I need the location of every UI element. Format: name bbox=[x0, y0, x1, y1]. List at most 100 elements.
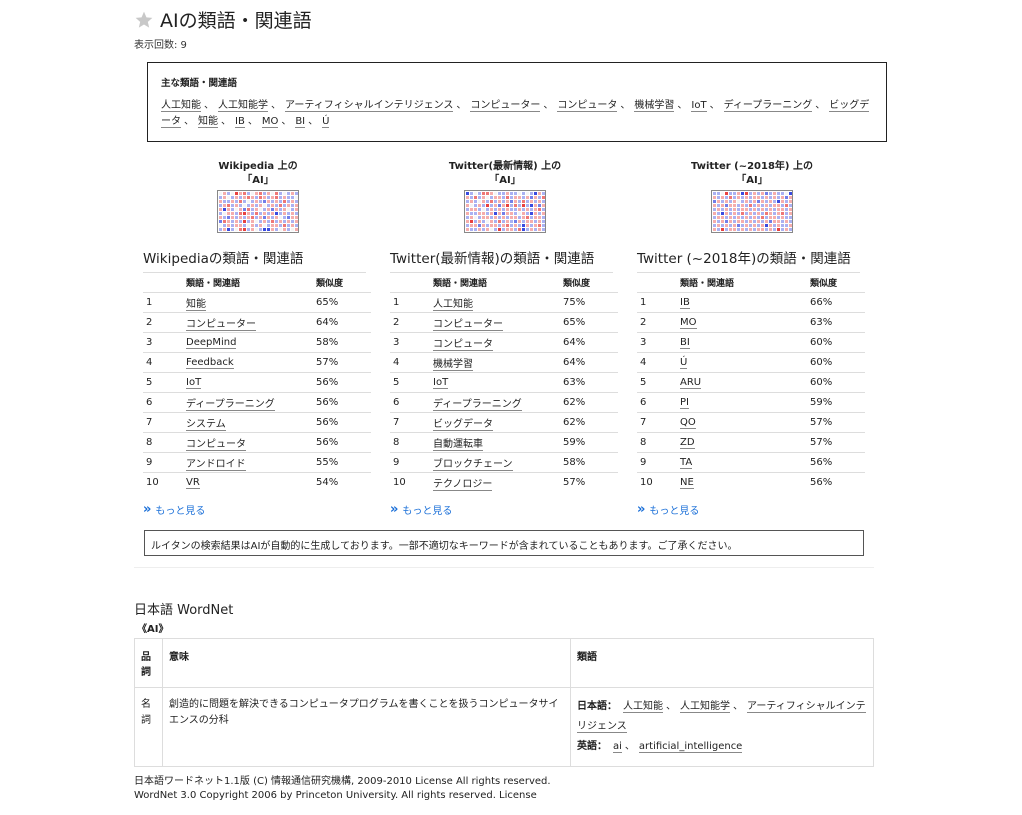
heatmap-cell bbox=[717, 196, 720, 199]
word-link[interactable]: ARU bbox=[680, 376, 702, 389]
word-link[interactable]: コンピューター bbox=[186, 318, 256, 331]
word-link[interactable]: ビッグデータ bbox=[433, 418, 493, 431]
synonym-link[interactable]: IoT bbox=[691, 100, 707, 112]
word-link[interactable]: Feedback bbox=[186, 356, 234, 369]
synonym-link[interactable]: コンピュータ bbox=[557, 100, 618, 112]
word-link[interactable]: IoT bbox=[186, 376, 202, 389]
word-link[interactable]: DeepMind bbox=[186, 336, 237, 349]
separator: 、 bbox=[815, 100, 826, 111]
word-link[interactable]: アンドロイド bbox=[186, 458, 246, 471]
word-link[interactable]: ディープラーニング bbox=[186, 398, 275, 411]
synonym-link[interactable]: 人工知能学 bbox=[218, 100, 268, 112]
table-row: 7 ビッグデータ 62% bbox=[390, 412, 618, 433]
heatmap-cell bbox=[287, 228, 290, 231]
synonym-link[interactable]: ディープラーニング bbox=[723, 100, 813, 112]
similarity-cell: 64% bbox=[562, 332, 618, 353]
heatmap-cell bbox=[737, 220, 740, 223]
word-link[interactable]: コンピュータ bbox=[433, 338, 493, 351]
heatmap-cell bbox=[235, 204, 238, 207]
word-link[interactable]: 機械学習 bbox=[433, 358, 473, 371]
heatmap-cell bbox=[725, 220, 728, 223]
word-link[interactable]: システム bbox=[186, 418, 226, 431]
synonym-link[interactable]: BI bbox=[295, 116, 306, 128]
word-link[interactable]: ZD bbox=[680, 436, 695, 449]
heatmap-cell bbox=[753, 200, 756, 203]
synonym-link[interactable]: IB bbox=[235, 116, 245, 128]
heatmap-cell bbox=[235, 216, 238, 219]
heatmap-cell bbox=[478, 224, 481, 227]
word-link[interactable]: MO bbox=[680, 316, 697, 329]
word-link[interactable]: ディープラーニング bbox=[433, 398, 522, 411]
heatmap-cell bbox=[231, 212, 234, 215]
double-chevron-right-icon: » bbox=[143, 501, 152, 517]
heatmap-cell bbox=[741, 224, 744, 227]
see-more-label[interactable]: もっと見る bbox=[155, 502, 205, 517]
heatmap-cell bbox=[773, 208, 776, 211]
heatmap-cell bbox=[542, 192, 545, 195]
word-link[interactable]: BI bbox=[680, 336, 690, 349]
source-label: Wikipedia 上の bbox=[218, 161, 298, 172]
synonym-link[interactable]: ai bbox=[613, 741, 622, 753]
heatmap-cell bbox=[713, 200, 716, 203]
synonym-link[interactable]: MO bbox=[261, 116, 279, 128]
word-link[interactable]: NE bbox=[680, 476, 694, 489]
heatmap-cell bbox=[259, 200, 262, 203]
word-link[interactable]: 人工知能 bbox=[433, 298, 473, 311]
word-link[interactable]: QO bbox=[680, 416, 696, 429]
heatmap-cell bbox=[761, 192, 764, 195]
word-link[interactable]: コンピューター bbox=[433, 318, 503, 331]
word-link[interactable]: PI bbox=[680, 396, 689, 409]
word-link[interactable]: Ú bbox=[680, 356, 688, 369]
heatmap-cell bbox=[721, 192, 724, 195]
synonym-link[interactable]: Ú bbox=[322, 116, 330, 128]
synonym-link[interactable]: アーティフィシャルインテリジェンス bbox=[285, 100, 454, 112]
heatmap-cell bbox=[502, 192, 505, 195]
word-link[interactable]: IoT bbox=[433, 376, 449, 389]
heatmap-cell bbox=[725, 200, 728, 203]
see-more-link[interactable]: » もっと見る bbox=[637, 502, 867, 518]
heatmap-cell bbox=[275, 204, 278, 207]
heatmap-cell bbox=[769, 204, 772, 207]
word-link[interactable]: 自動運転車 bbox=[433, 438, 483, 451]
word-link[interactable]: コンピュータ bbox=[186, 438, 246, 451]
rank-cell: 9 bbox=[143, 452, 185, 473]
heatmap-cell bbox=[486, 228, 489, 231]
synonym-link[interactable]: 機械学習 bbox=[634, 100, 675, 112]
heatmap-cell bbox=[717, 228, 720, 231]
heatmap-cell bbox=[713, 208, 716, 211]
heatmap-cell bbox=[279, 228, 282, 231]
star-icon[interactable] bbox=[134, 10, 154, 30]
see-more-link[interactable]: » もっと見る bbox=[143, 501, 373, 518]
heatmap-cell bbox=[721, 212, 724, 215]
synonym-link[interactable]: 人工知能学 bbox=[680, 701, 730, 713]
heatmap-cell bbox=[769, 208, 772, 211]
heatmap-cell bbox=[239, 204, 242, 207]
synonym-link[interactable]: コンピューター bbox=[470, 100, 541, 112]
synonym-link[interactable]: 知能 bbox=[198, 116, 218, 128]
table-row: 9 TA 56% bbox=[637, 452, 865, 473]
see-more-link[interactable]: » もっと見る bbox=[390, 502, 620, 518]
word-link[interactable]: 知能 bbox=[186, 298, 206, 311]
see-more-label[interactable]: もっと見る bbox=[649, 502, 699, 517]
heatmap-cell bbox=[502, 200, 505, 203]
word-link[interactable]: VR bbox=[186, 476, 200, 489]
synonym-link[interactable]: artificial_intelligence bbox=[638, 741, 743, 753]
synonym-link[interactable]: 人工知能 bbox=[161, 100, 201, 112]
heatmap-cell bbox=[761, 216, 764, 219]
heatmap-cell bbox=[494, 204, 497, 207]
see-more-label[interactable]: もっと見る bbox=[402, 502, 452, 517]
heatmap-cell bbox=[482, 192, 485, 195]
heatmap-cell bbox=[733, 220, 736, 223]
word-link[interactable]: テクノロジー bbox=[433, 478, 493, 491]
heatmap-cell bbox=[247, 212, 250, 215]
heatmap-cell bbox=[279, 208, 282, 211]
heatmap-cell bbox=[470, 216, 473, 219]
heatmap-cell bbox=[486, 192, 489, 195]
synonym-link[interactable]: 人工知能 bbox=[623, 701, 663, 713]
word-link[interactable]: ブロックチェーン bbox=[433, 458, 513, 471]
word-link[interactable]: TA bbox=[680, 456, 693, 469]
table-row: 9 ブロックチェーン 58% bbox=[390, 452, 618, 473]
word-link[interactable]: IB bbox=[680, 296, 690, 309]
heatmap-cell bbox=[522, 192, 525, 195]
heatmap-cell bbox=[494, 196, 497, 199]
